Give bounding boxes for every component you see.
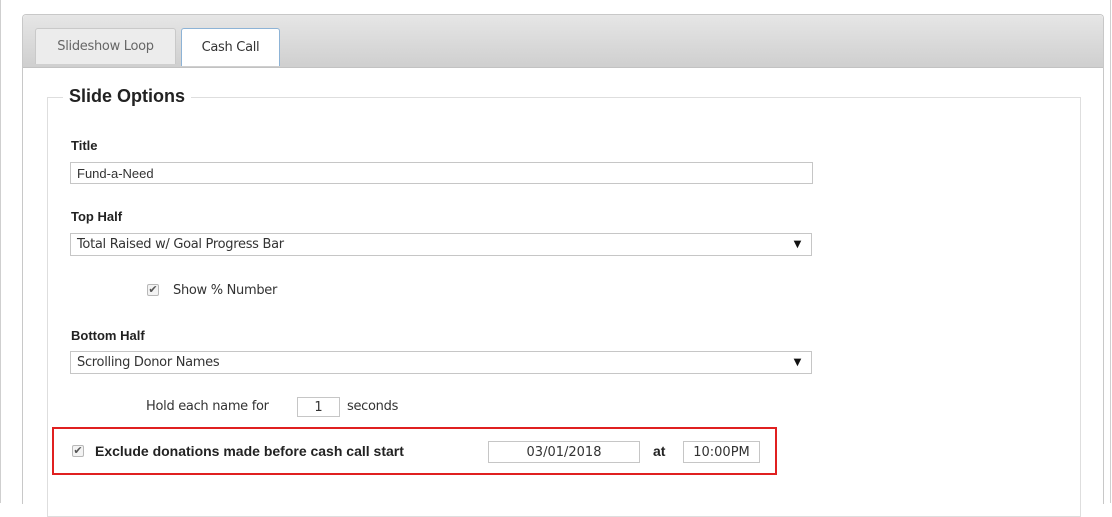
chevron-down-icon: ▼ (793, 239, 802, 250)
at-label: at (653, 443, 666, 459)
hold-suffix-label: seconds (347, 399, 399, 414)
tab-cash-call[interactable]: Cash Call (181, 28, 280, 66)
top-half-label: Top Half (71, 209, 123, 224)
show-percent-checkbox[interactable]: ✔ (147, 284, 159, 296)
top-half-selected-value: Total Raised w/ Goal Progress Bar (77, 237, 284, 252)
exclude-checkbox[interactable]: ✔ (72, 445, 84, 457)
tab-slideshow-loop[interactable]: Slideshow Loop (35, 28, 176, 64)
show-percent-label: Show % Number (173, 283, 278, 298)
exclude-label: Exclude donations made before cash call … (95, 443, 404, 459)
title-input[interactable] (70, 162, 813, 184)
chevron-down-icon: ▼ (793, 357, 802, 368)
bottom-half-label: Bottom Half (71, 328, 145, 343)
hold-seconds-input[interactable] (297, 397, 340, 417)
title-label: Title (71, 138, 98, 153)
hold-prefix-label: Hold each name for (146, 399, 269, 414)
bottom-half-select[interactable]: Scrolling Donor Names ▼ (70, 351, 812, 374)
cash-call-date-input[interactable] (488, 441, 640, 463)
bottom-half-selected-value: Scrolling Donor Names (77, 355, 220, 370)
tab-bar: Slideshow Loop Cash Call (23, 15, 1103, 68)
slide-options-legend: Slide Options (63, 86, 192, 107)
cash-call-time-input[interactable] (683, 441, 760, 463)
top-half-select[interactable]: Total Raised w/ Goal Progress Bar ▼ (70, 233, 812, 256)
